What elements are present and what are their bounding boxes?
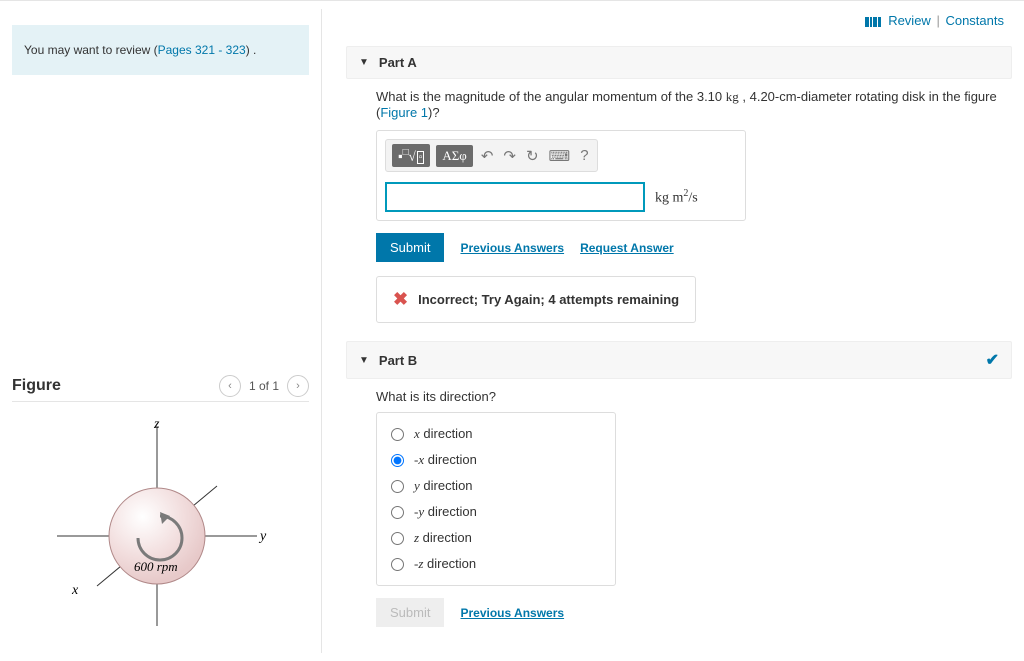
hint-prefix: You may want to review (	[24, 43, 158, 57]
mc-radio[interactable]	[391, 558, 404, 571]
figure-next-button[interactable]: ›	[287, 375, 309, 397]
mc-label: -x direction	[414, 452, 477, 468]
incorrect-icon: ✖	[393, 289, 408, 310]
mc-option[interactable]: y direction	[391, 473, 601, 499]
figure-1-link[interactable]: Figure 1	[380, 105, 428, 120]
mc-options: x direction -x direction y direction -y dir…	[376, 412, 616, 586]
figure-counter: 1 of 1	[249, 379, 279, 393]
figure-svg: z y x 600 rpm	[42, 416, 272, 636]
reset-button[interactable]: ↻	[524, 147, 541, 165]
mc-radio[interactable]	[391, 454, 404, 467]
mc-radio[interactable]	[391, 428, 404, 441]
figure-heading: Figure	[12, 377, 61, 395]
link-separator: |	[936, 13, 939, 28]
undo-button[interactable]: ↶	[479, 147, 496, 165]
mc-label: y direction	[414, 478, 473, 494]
greek-button[interactable]: ΑΣφ	[436, 145, 472, 167]
part-a-title: Part A	[379, 55, 417, 70]
mc-option[interactable]: -z direction	[391, 551, 601, 577]
mc-radio[interactable]	[391, 532, 404, 545]
mc-label: -y direction	[414, 504, 477, 520]
redo-button[interactable]: ↷	[501, 147, 518, 165]
figure-prev-button[interactable]: ‹	[219, 375, 241, 397]
answer-unit: kg m2/s	[655, 188, 698, 207]
part-b-question: What is its direction?	[376, 389, 1012, 404]
part-b-header[interactable]: ▼ Part B ✔	[346, 341, 1012, 379]
mc-option[interactable]: -x direction	[391, 447, 601, 473]
review-link[interactable]: Review	[888, 13, 931, 28]
submit-button-a[interactable]: Submit	[376, 233, 444, 262]
hint-suffix: ) .	[246, 43, 257, 57]
figure-body: z y x 600 rpm	[12, 402, 309, 653]
axis-y-label: y	[258, 529, 267, 544]
answer-input[interactable]	[385, 182, 645, 212]
help-button[interactable]: ?	[578, 147, 590, 164]
equation-toolbar: ▪□√▫ ΑΣφ ↶ ↷ ↻ ⌨ ?	[385, 139, 598, 172]
review-hint: You may want to review (Pages 321 - 323)…	[12, 25, 309, 75]
mc-radio[interactable]	[391, 506, 404, 519]
request-answer-link[interactable]: Request Answer	[580, 241, 674, 255]
mc-label: -z direction	[414, 556, 476, 572]
collapse-icon: ▼	[359, 57, 369, 68]
previous-answers-link-a[interactable]: Previous Answers	[460, 241, 564, 255]
mc-radio[interactable]	[391, 480, 404, 493]
keyboard-button[interactable]: ⌨	[547, 147, 573, 165]
feedback-box: ✖ Incorrect; Try Again; 4 attempts remai…	[376, 276, 696, 323]
mc-label: z direction	[414, 530, 472, 546]
constants-link[interactable]: Constants	[945, 13, 1004, 28]
figure-rpm-label: 600 rpm	[134, 559, 178, 574]
hint-link[interactable]: Pages 321 - 323	[158, 43, 246, 57]
check-icon: ✔	[986, 350, 999, 370]
mc-option[interactable]: x direction	[391, 421, 601, 447]
mc-option[interactable]: z direction	[391, 525, 601, 551]
axis-x-label: x	[71, 583, 79, 598]
collapse-icon: ▼	[359, 355, 369, 366]
template-button[interactable]: ▪□√▫	[392, 144, 430, 167]
mc-option[interactable]: -y direction	[391, 499, 601, 525]
previous-answers-link-b[interactable]: Previous Answers	[460, 606, 564, 620]
mc-label: x direction	[414, 426, 473, 442]
part-b-title: Part B	[379, 353, 417, 368]
answer-box: ▪□√▫ ΑΣφ ↶ ↷ ↻ ⌨ ? kg m2/s	[376, 130, 746, 221]
part-a-header[interactable]: ▼ Part A	[346, 46, 1012, 79]
submit-button-b: Submit	[376, 598, 444, 627]
part-a-question: What is the magnitude of the angular mom…	[376, 89, 1012, 120]
feedback-text: Incorrect; Try Again; 4 attempts remaini…	[418, 292, 679, 307]
axis-z-label: z	[153, 417, 160, 432]
barcode-icon	[865, 17, 881, 27]
